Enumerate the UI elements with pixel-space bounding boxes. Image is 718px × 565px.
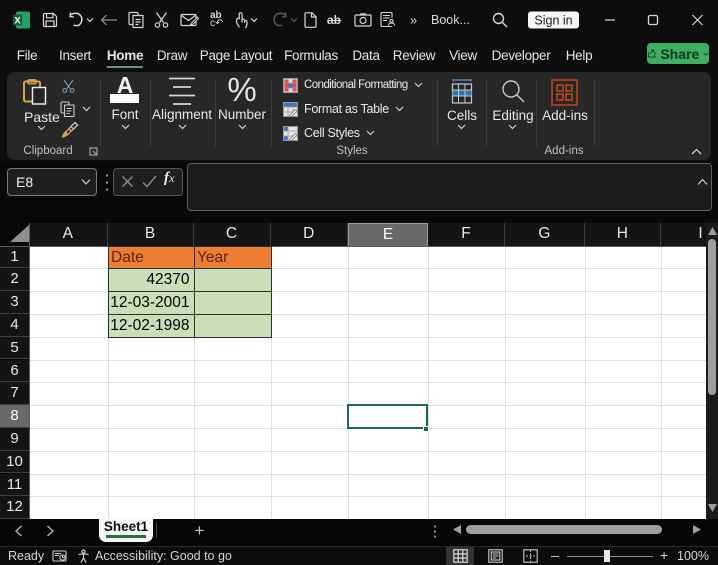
svg-text:X: X [14, 16, 21, 27]
